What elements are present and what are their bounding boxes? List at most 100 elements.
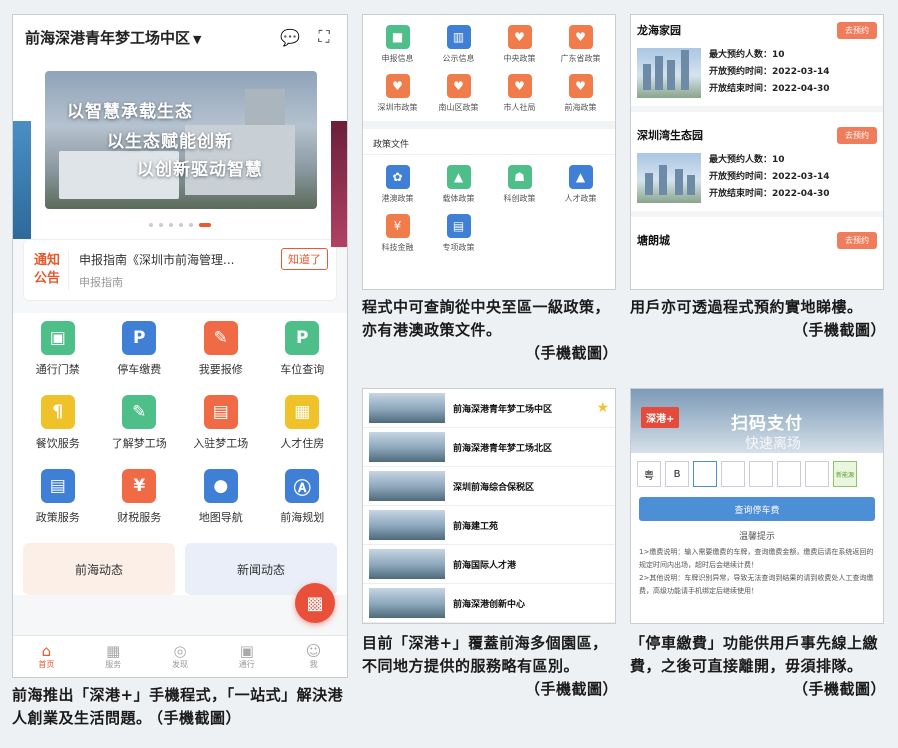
park-selector[interactable]: 前海深港青年梦工场中区 ▼	[25, 27, 267, 48]
policy-item[interactable]: ♥ 广东省政策	[550, 25, 611, 64]
notice-title: 申报指南《深圳市前海管理...	[79, 252, 235, 267]
booking-screenshot: 龙海家园 去预约 最大预约人数：10 开放预约时间：2022-03-14 开放结束…	[630, 14, 884, 290]
tab-4[interactable]: ☺ 我	[280, 636, 347, 677]
park-name: 前海深港青年梦工场中区	[453, 404, 553, 415]
park-row[interactable]: 前海深港青年梦工场中区 ★	[363, 389, 615, 428]
policy-item[interactable]: ♥ 南山区政策	[428, 74, 489, 113]
policy-label: 载体政策	[442, 194, 475, 203]
tab-label: 服务	[105, 660, 122, 669]
policy-item[interactable]: ■ 申报信息	[367, 25, 428, 64]
scan-icon[interactable]: ⛶	[313, 26, 335, 48]
policy-label: 市人社局	[503, 103, 536, 112]
person-icon: ☗	[507, 165, 532, 189]
policy-category-grid: ■ 申报信息 ▥ 公示信息 ♥ 中央政策 ♥ 广东省政策 ♥ 深圳市政策 ♥ 南山区政策 ♥ 市人社局 ♥ 前…	[363, 15, 615, 121]
park-row[interactable]: 前海建工苑	[363, 506, 615, 545]
query-fee-button[interactable]: 查询停车费	[639, 497, 875, 521]
service-item[interactable]: ✎ 我要报修	[180, 321, 262, 377]
new-energy-toggle[interactable]: 新能源	[833, 461, 857, 487]
policy-item[interactable]: ▥ 公示信息	[428, 25, 489, 64]
policy-item[interactable]: ▲ 载体政策	[428, 165, 489, 204]
parking-banner: 深港+ 扫码支付 快速离场	[631, 389, 883, 453]
qr-code-icon[interactable]: ▩	[295, 583, 335, 623]
service-item[interactable]: ▦ 人才住房	[262, 395, 344, 451]
service-label: 入驻梦工场	[193, 437, 249, 450]
carousel-dot[interactable]	[169, 223, 173, 227]
policy-label: 科创政策	[503, 194, 536, 203]
carousel-dot[interactable]	[189, 223, 193, 227]
qianhai-news-card[interactable]: 前海动态	[23, 543, 175, 595]
policy-item[interactable]: ☗ 科创政策	[489, 165, 550, 204]
tips-title: 温馨提示	[738, 532, 775, 542]
notice-subtitle: 申报指南	[79, 275, 123, 289]
service-item[interactable]: P 车位查询	[262, 321, 344, 377]
policy-item[interactable]: ✿ 港澳政策	[367, 165, 428, 204]
service-label: 前海规划	[280, 511, 325, 524]
message-icon[interactable]: 💬	[279, 26, 301, 48]
document-icon: ✎	[122, 395, 157, 429]
service-item[interactable]: ● 地图导航	[180, 469, 262, 525]
carousel-dot[interactable]	[159, 223, 163, 227]
service-item[interactable]: ▤ 政策服务	[17, 469, 99, 525]
tab-label: 首页	[38, 660, 55, 669]
carousel-dot-active[interactable]	[199, 223, 211, 227]
park-row[interactable]: 前海深港创新中心	[363, 584, 615, 623]
park-row[interactable]: 深圳前海综合保税区	[363, 467, 615, 506]
policy-label: 科技金融	[381, 243, 414, 252]
project-name: 深圳湾生态园	[637, 129, 703, 142]
policy-item[interactable]: ¥ 科技金融	[367, 214, 428, 253]
policy-item[interactable]: ▤ 专项政策	[428, 214, 489, 253]
policy-item[interactable]: ♥ 深圳市政策	[367, 74, 428, 113]
plate-char-field[interactable]	[805, 461, 829, 487]
plate-char-field[interactable]	[749, 461, 773, 487]
service-label: 通行门禁	[35, 363, 80, 376]
book-button[interactable]: 去预约	[837, 21, 877, 39]
service-item[interactable]: P 停车缴费	[99, 321, 181, 377]
service-item[interactable]: ¥ 财税服务	[99, 469, 181, 525]
notice-body: 申报指南《深圳市前海管理... 申报指南	[68, 250, 281, 290]
heart-icon: ♥	[446, 74, 471, 98]
book-button[interactable]: 去预约	[837, 126, 877, 144]
notice-dismiss-button[interactable]: 知道了	[281, 248, 328, 270]
tab-label: 发现	[171, 660, 188, 669]
heart-icon: ♥	[568, 25, 593, 49]
star-icon[interactable]: ★	[596, 400, 609, 416]
carousel-dot[interactable]	[149, 223, 153, 227]
tab-3[interactable]: ▣ 通行	[213, 636, 280, 677]
policy-item[interactable]: ♥ 前海政策	[550, 74, 611, 113]
plate-char-field[interactable]	[777, 461, 801, 487]
caption-text: 程式中可查詢從中央至區一級政策，亦有港澳政策文件。	[362, 298, 611, 339]
tab-2[interactable]: ◎ 发现	[147, 636, 214, 677]
tab-0[interactable]: ⌂ 首页	[13, 636, 80, 677]
plate-char-field[interactable]	[721, 461, 745, 487]
policy-label: 人才政策	[564, 194, 597, 203]
banner-carousel[interactable]: 以智慧承载生态 以生态赋能创新 以创新驱动智慧	[13, 59, 347, 247]
notice-bar[interactable]: 通知公告 申报指南《深圳市前海管理... 申报指南 知道了	[23, 239, 337, 301]
service-item[interactable]: ▤ 入驻梦工场	[180, 395, 262, 451]
carousel-dot[interactable]	[179, 223, 183, 227]
plate-char-field[interactable]	[693, 461, 717, 487]
policy-item[interactable]: ♥ 中央政策	[489, 25, 550, 64]
service-item[interactable]: ✎ 了解梦工场	[99, 395, 181, 451]
service-item[interactable]: Ⓐ 前海规划	[262, 469, 344, 525]
park-name: 前海国际人才港	[453, 560, 517, 571]
section-separator	[363, 121, 615, 129]
section-title: 政策文件	[363, 129, 615, 155]
park-row[interactable]: 前海国际人才港	[363, 545, 615, 584]
park-row[interactable]: 前海深港青年梦工场北区	[363, 428, 615, 467]
banner-image[interactable]: 以智慧承载生态 以生态赋能创新 以创新驱动智慧	[45, 71, 317, 209]
service-item[interactable]: ¶ 餐饮服务	[17, 395, 99, 451]
service-label: 政策服务	[35, 511, 80, 524]
plate-char-field[interactable]: 粤	[637, 461, 661, 487]
tab-label: 通行	[238, 660, 255, 669]
banner-text: 以创新驱动智慧	[137, 160, 263, 180]
plate-char-field[interactable]: B	[665, 461, 689, 487]
grid-icon: ▦	[106, 642, 121, 660]
bookmark-icon: ■	[385, 25, 410, 49]
service-item[interactable]: ▣ 通行门禁	[17, 321, 99, 377]
open-time: 开放预约时间：2022-03-14	[709, 67, 830, 77]
banner-text: 以生态赋能创新	[107, 132, 233, 152]
tab-1[interactable]: ▦ 服务	[80, 636, 147, 677]
book-button[interactable]: 去预约	[837, 231, 877, 249]
policy-item[interactable]: ▲ 人才政策	[550, 165, 611, 204]
policy-item[interactable]: ♥ 市人社局	[489, 74, 550, 113]
